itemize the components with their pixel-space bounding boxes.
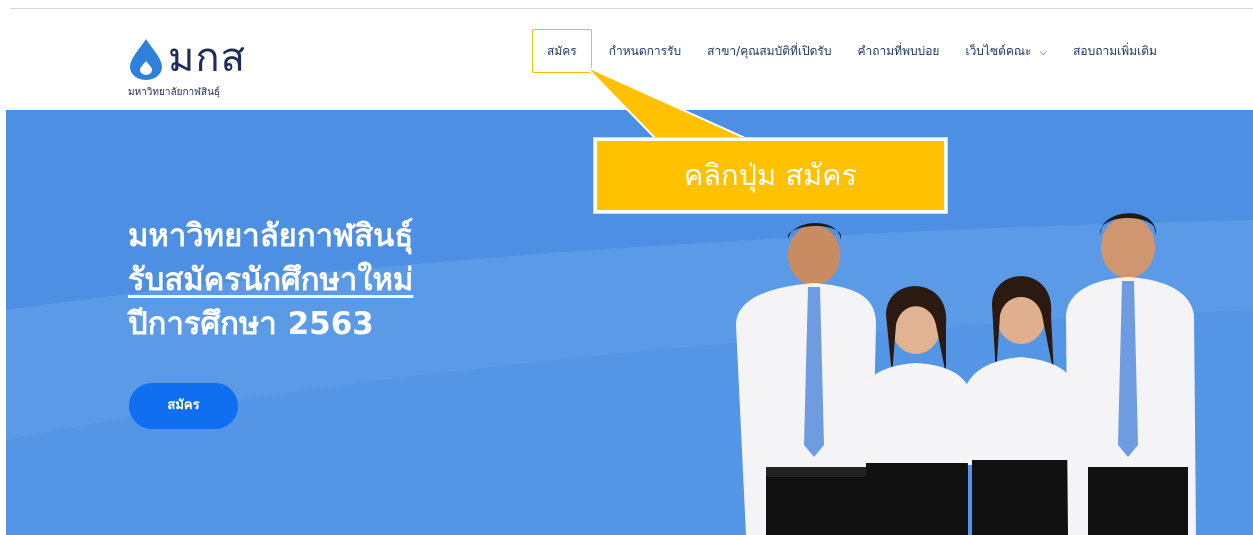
- chevron-down-icon: ⌵: [1039, 47, 1048, 58]
- nav-schedule[interactable]: กำหนดการรับ: [596, 29, 694, 73]
- hero-heading: มหาวิทยาลัยกาฬสินธุ์ รับสมัครนักศึกษาใหม…: [128, 214, 413, 346]
- nav-faq[interactable]: คำถามที่พบบ่อย: [844, 29, 952, 73]
- nav-apply[interactable]: สมัคร: [532, 29, 592, 73]
- logo-brand-text: มกส: [168, 35, 246, 81]
- nav-faculty-websites-label: เว็บไซต์คณะ: [965, 44, 1032, 58]
- student-figure: [962, 276, 1080, 535]
- hero-line-admission: รับสมัครนักศึกษาใหม่: [128, 262, 414, 298]
- nav-programs[interactable]: สาขา/คุณสมบัติที่เปิดรับ: [694, 29, 844, 73]
- hero-line-year: ปีการศึกษา 2563: [128, 306, 374, 342]
- hero-apply-button[interactable]: สมัคร: [129, 383, 238, 429]
- nav-faculty-websites[interactable]: เว็บไซต์คณะ ⌵: [952, 29, 1060, 73]
- tutorial-callout-label: คลิกปุ่ม สมัคร: [593, 137, 948, 214]
- hero-line-university: มหาวิทยาลัยกาฬสินธุ์: [128, 218, 414, 254]
- drop-logo-icon: [130, 39, 162, 80]
- site-logo[interactable]: มกส มหาวิทยาลัยกาฬสินธุ์: [126, 35, 266, 107]
- main-navigation: สมัคร กำหนดการรับ สาขา/คุณสมบัติที่เปิดร…: [532, 29, 1170, 73]
- students-photo: [736, 213, 1196, 535]
- site-header: มกส มหาวิทยาลัยกาฬสินธุ์ สมัคร กำหนดการร…: [0, 9, 1253, 110]
- student-figure: [1066, 213, 1196, 535]
- logo-subtitle: มหาวิทยาลัยกาฬสินธุ์: [128, 87, 221, 98]
- nav-contact[interactable]: สอบถามเพิ่มเติม: [1060, 29, 1170, 73]
- student-figure: [736, 222, 876, 535]
